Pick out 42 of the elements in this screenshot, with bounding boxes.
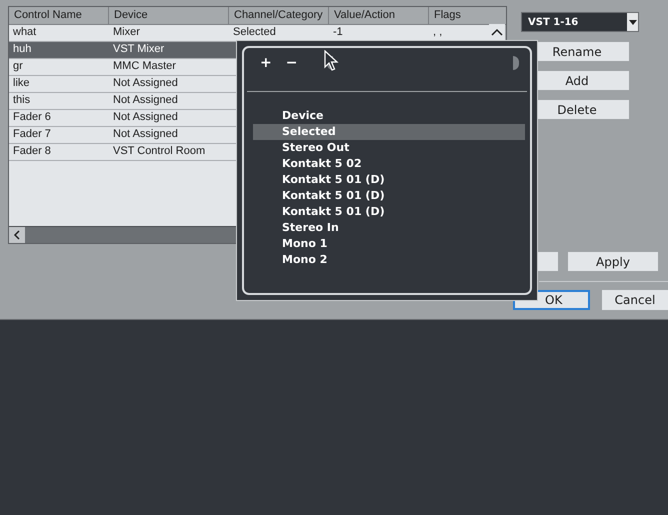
table-cell: VST Control Room [113, 145, 206, 157]
table-cell: , , [433, 26, 442, 38]
menu-item[interactable]: Kontakt 5 02 [253, 156, 525, 172]
menu-item[interactable]: Kontakt 5 01 (D) [253, 188, 525, 204]
table-cell: -1 [333, 26, 343, 38]
apply-button[interactable]: Apply [568, 252, 658, 271]
table-cell: MMC Master [113, 60, 176, 72]
column-header[interactable]: Channel/Category [229, 7, 329, 24]
table-cell: Mixer [113, 26, 140, 38]
menu-item[interactable]: Device [253, 108, 525, 124]
menu-item[interactable]: Mono 2 [253, 252, 525, 268]
menu-item[interactable]: Mono 1 [253, 236, 525, 252]
column-header[interactable]: Device [109, 7, 229, 24]
table-cell: what [13, 26, 36, 38]
column-header[interactable]: Flags [429, 7, 489, 24]
table-cell: this [13, 94, 30, 106]
table-cell: Not Assigned [113, 77, 178, 89]
button[interactable]: Cancel [602, 290, 668, 310]
scroll-left-icon[interactable] [9, 227, 25, 243]
mouse-cursor-icon [324, 50, 339, 72]
column-header[interactable]: Control Name [9, 7, 109, 24]
column-header[interactable]: Value/Action [329, 7, 429, 24]
remove-button[interactable]: − [286, 55, 298, 71]
table-cell: Selected [233, 26, 276, 38]
scroll-up-icon[interactable] [489, 24, 505, 40]
table-cell: Not Assigned [113, 94, 178, 106]
table-cell: Not Assigned [113, 111, 178, 123]
menu-item[interactable]: Stereo Out [253, 140, 525, 156]
menu-item[interactable]: Kontakt 5 01 (D) [253, 204, 525, 220]
table-cell: huh [13, 43, 32, 55]
dropdown[interactable]: VST 1-16 [521, 12, 639, 32]
menu-item[interactable]: Stereo In [253, 220, 525, 236]
table-cell: like [13, 77, 30, 89]
menu-item[interactable]: Selected [253, 124, 525, 140]
add-button[interactable]: + [260, 55, 272, 71]
table-cell: gr [13, 60, 23, 72]
table-cell: Not Assigned [113, 128, 178, 140]
table-cell: Fader 6 [13, 111, 51, 123]
menu-item[interactable]: Kontakt 5 01 (D) [253, 172, 525, 188]
table-cell: VST Mixer [113, 43, 164, 55]
table-cell: Fader 7 [13, 128, 51, 140]
table-cell: Fader 8 [13, 145, 51, 157]
